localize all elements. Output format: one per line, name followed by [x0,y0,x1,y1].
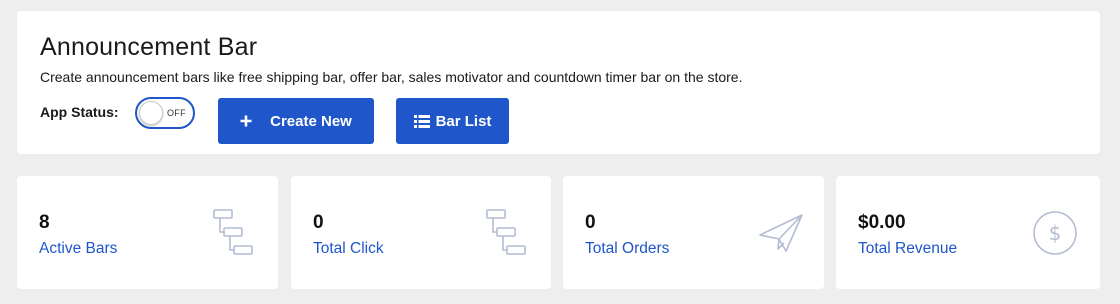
app-status-toggle[interactable]: OFF [135,97,195,129]
stat-value: $0.00 [858,212,906,233]
toggle-state-label: OFF [167,108,186,118]
svg-text:$: $ [1049,221,1062,245]
app-status-label: App Status: [40,104,119,120]
hierarchy-icon [483,209,531,257]
stat-card-total-orders: 0 Total Orders [563,176,824,289]
stat-value: 8 [39,212,50,233]
stat-label: Total Revenue [858,240,958,257]
stat-value: 0 [585,212,596,233]
bar-list-label: Bar List [435,112,492,130]
stat-label: Active Bars [39,240,118,257]
page-title: Announcement Bar [40,33,258,61]
header-card: Announcement Bar Create announcement bar… [17,11,1100,154]
stat-card-active-bars: 8 Active Bars [17,176,278,289]
toggle-knob [139,101,163,125]
stat-label: Total Click [313,240,384,257]
create-new-label: Create New [270,112,352,130]
plus-icon [240,115,252,127]
hierarchy-icon [210,209,258,257]
stat-card-total-click: 0 Total Click [291,176,551,289]
stat-card-total-revenue: $0.00 Total Revenue $ [836,176,1100,289]
page-description: Create announcement bars like free shipp… [40,69,743,85]
create-new-button[interactable]: Create New [218,98,374,144]
dollar-circle-icon: $ [1031,209,1079,257]
paper-plane-icon [758,209,806,257]
list-icon [413,114,430,128]
stat-label: Total Orders [585,240,670,257]
bar-list-button[interactable]: Bar List [396,98,509,144]
stat-value: 0 [313,212,324,233]
